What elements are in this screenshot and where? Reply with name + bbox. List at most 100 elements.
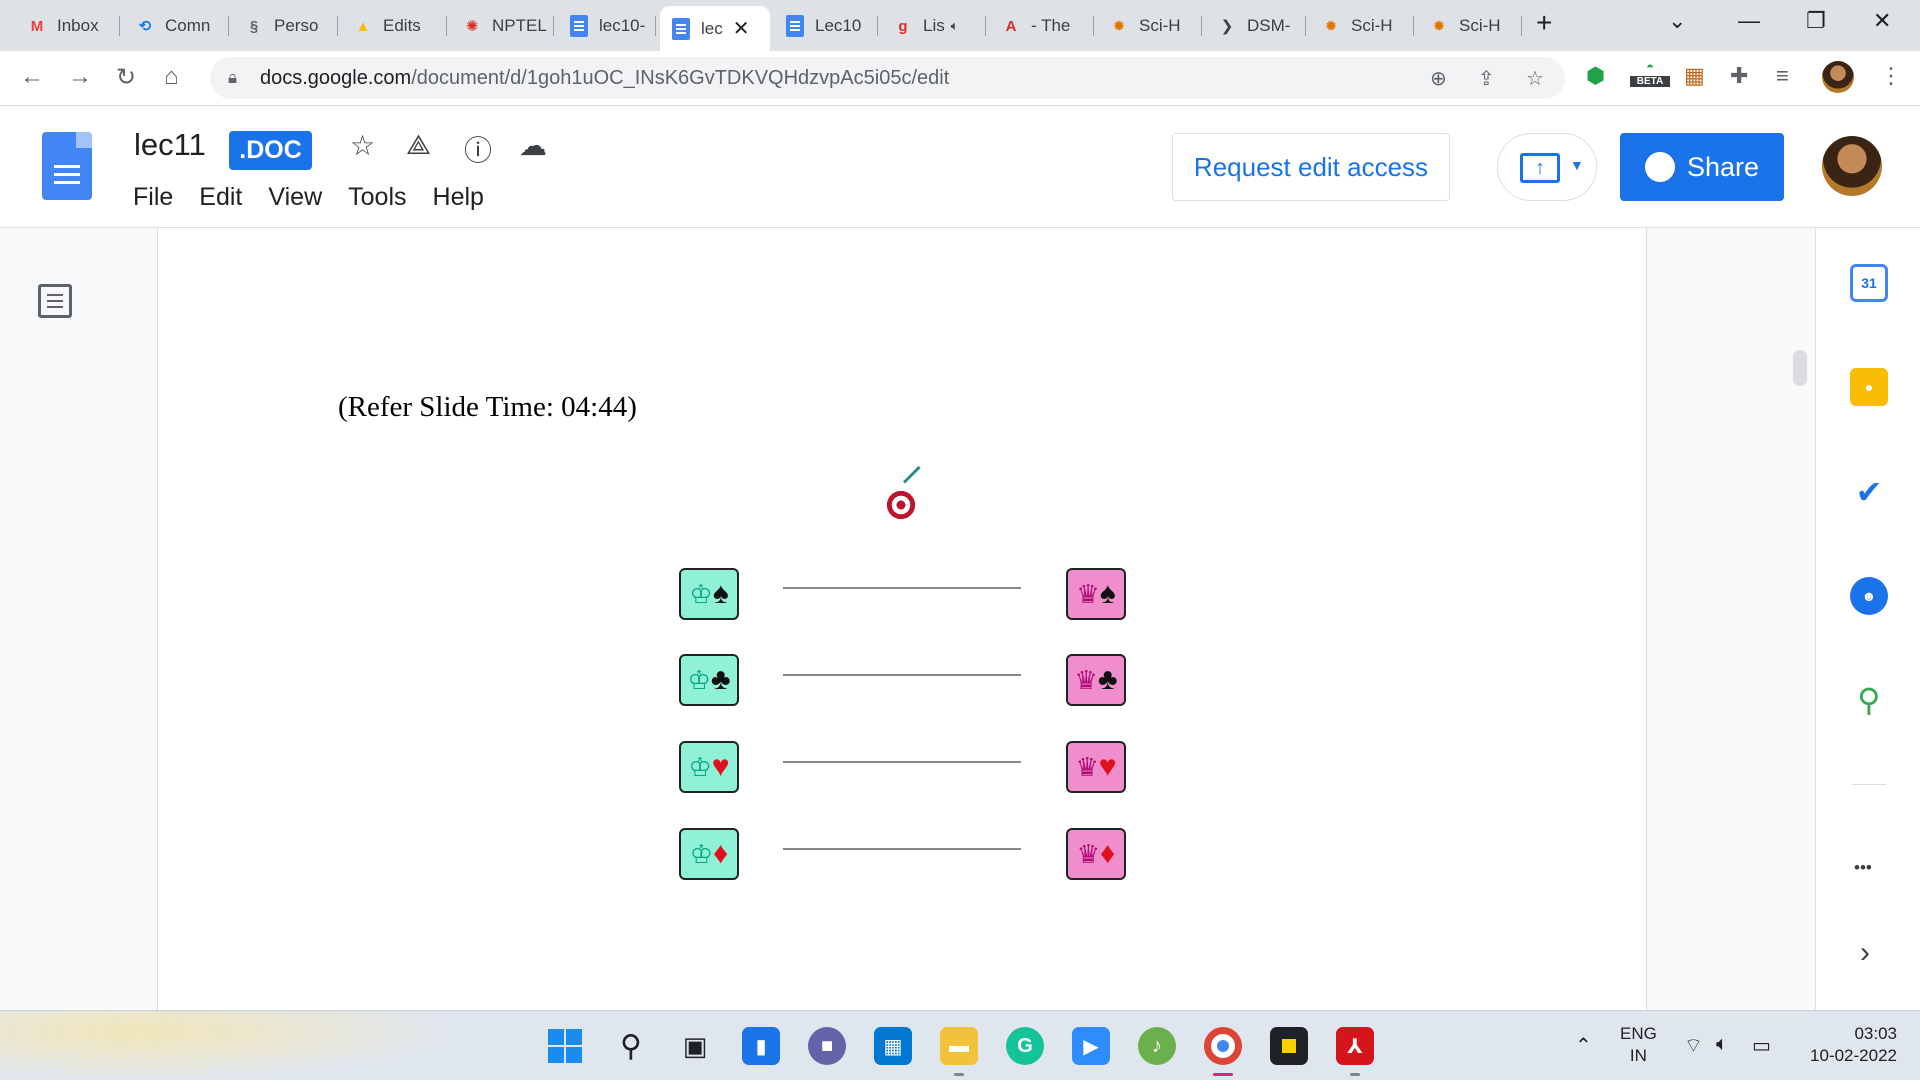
acrobat-running-indicator	[1350, 1073, 1360, 1076]
cloud-status-icon[interactable]: ☁	[519, 129, 547, 162]
evernote-icon[interactable]: ♪	[1138, 1027, 1176, 1065]
new-tab-button[interactable]: +	[1536, 7, 1552, 39]
google-drive-icon: ▲	[355, 17, 371, 35]
close-window-icon[interactable]: ✕	[1873, 8, 1891, 34]
tab-separator	[1521, 16, 1522, 36]
home-icon[interactable]: ⌂	[164, 63, 179, 91]
browser-tab[interactable]: g Lis 🔈︎	[882, 8, 986, 44]
audio-playing-icon[interactable]: 🔈︎	[951, 18, 959, 34]
tab-label: Comn	[165, 16, 211, 35]
keep-icon[interactable]: ●	[1850, 368, 1888, 406]
tab-separator	[1305, 16, 1306, 36]
restore-icon[interactable]: ❐	[1806, 8, 1826, 34]
more-apps-icon[interactable]: •••	[1854, 858, 1872, 878]
dsm-icon: ❯	[1220, 18, 1234, 35]
browser-tab[interactable]: M Inbox	[16, 8, 120, 44]
chrome-active-indicator	[1213, 1073, 1233, 1076]
browser-tab[interactable]: Lec10	[774, 8, 878, 44]
browser-tab[interactable]: ❯ DSM-	[1206, 8, 1306, 44]
minimize-icon[interactable]: —	[1738, 8, 1760, 34]
zoom-icon[interactable]: ⊕	[1430, 66, 1447, 91]
file-explorer-icon[interactable]: ▬	[940, 1027, 978, 1065]
browser-tab[interactable]: ✹ Sci-H	[1098, 8, 1202, 44]
clock[interactable]: 03:03 10-02-2022	[1797, 1023, 1897, 1067]
chat-icon[interactable]: ■	[808, 1027, 846, 1065]
account-avatar[interactable]	[1822, 136, 1882, 196]
widgets-icon[interactable]: ▮	[742, 1027, 780, 1065]
search-icon[interactable]: ⚲	[612, 1027, 650, 1065]
menu-edit[interactable]: Edit	[199, 183, 242, 212]
share-page-icon[interactable]: ⇪	[1478, 66, 1495, 91]
task-view-icon[interactable]: ▣	[676, 1027, 714, 1065]
browser-tab[interactable]: § Perso	[233, 8, 338, 44]
extension-brick-icon[interactable]: ▦	[1684, 63, 1705, 89]
king-card: ♔ ♠	[679, 568, 739, 620]
address-bar-row: ← → ↻ ⌂ 🔒︎ docs.google.com/document/d/1g…	[0, 51, 1920, 106]
wifi-icon[interactable]: ⌔	[1684, 1033, 1703, 1058]
request-edit-access-button[interactable]: Request edit access	[1172, 133, 1450, 201]
extension-beta-icon[interactable]: ◓ BETA	[1630, 59, 1670, 87]
tab-separator	[1413, 16, 1414, 36]
volume-icon[interactable]: 🔈︎	[1716, 1033, 1728, 1056]
profile-avatar[interactable]	[1822, 61, 1854, 93]
sticky-notes-icon[interactable]	[1270, 1027, 1308, 1065]
browser-tab[interactable]: ✹ Sci-H	[1310, 8, 1414, 44]
menu-file[interactable]: File	[133, 183, 173, 212]
browser-tab[interactable]: ✹ Sci-H	[1418, 8, 1522, 44]
info-icon[interactable]: ⓘ	[464, 129, 492, 169]
chrome-icon[interactable]	[1204, 1027, 1242, 1065]
url-bar[interactable]: 🔒︎ docs.google.com/document/d/1goh1uOC_I…	[210, 57, 1565, 99]
present-dropdown-icon[interactable]: ▼	[1570, 157, 1584, 173]
browser-tab[interactable]: A - The	[990, 8, 1094, 44]
browser-menu-icon[interactable]: ⋮	[1880, 63, 1902, 89]
browser-tab[interactable]: lec ✕	[660, 6, 770, 51]
battery-icon[interactable]: ▭	[1752, 1033, 1771, 1058]
grammarly-icon[interactable]: G	[1006, 1027, 1044, 1065]
bookmark-star-icon[interactable]: ☆	[1526, 66, 1544, 91]
docs-logo-icon[interactable]	[42, 132, 92, 200]
language-indicator[interactable]: ENG IN	[1620, 1023, 1657, 1067]
url-text[interactable]: docs.google.com/document/d/1goh1uOC_INsK…	[260, 67, 949, 90]
windows-start-icon[interactable]	[546, 1027, 584, 1065]
close-tab-icon[interactable]: ✕	[733, 16, 750, 41]
media-control-icon[interactable]: ≡	[1776, 63, 1789, 89]
document-outline-icon[interactable]	[38, 284, 72, 318]
side-panel-divider	[1852, 784, 1886, 785]
tasks-icon[interactable]: ✔	[1850, 473, 1888, 511]
calendar-icon[interactable]: 31	[1850, 264, 1888, 302]
document-title[interactable]: lec11	[134, 127, 206, 163]
menu-help[interactable]: Help	[433, 183, 484, 212]
lock-icon[interactable]: 🔒︎	[228, 68, 237, 88]
share-button[interactable]: Share	[1620, 133, 1784, 201]
present-button[interactable]: ↑ ▼	[1497, 133, 1597, 201]
tab-separator	[337, 16, 338, 36]
url-path: /document/d/1goh1uOC_INsK6GvTDKVQHdzvpAc…	[411, 67, 950, 89]
tab-search-icon[interactable]: ⌄	[1668, 8, 1686, 34]
menu-tools[interactable]: Tools	[348, 183, 406, 212]
menu-view[interactable]: View	[268, 183, 322, 212]
contacts-icon[interactable]: ☻	[1850, 577, 1888, 615]
store-icon[interactable]: ▦	[874, 1027, 912, 1065]
forward-icon[interactable]: →	[68, 63, 92, 91]
browser-tab[interactable]: lec10-	[558, 8, 656, 44]
zoom-app-icon[interactable]: ▶	[1072, 1027, 1110, 1065]
tab-label: Lis	[923, 16, 945, 35]
suit-icon: ♠	[1099, 577, 1116, 610]
back-icon[interactable]: ←	[20, 63, 44, 91]
scrollbar-thumb[interactable]	[1793, 350, 1807, 386]
browser-tab[interactable]: ✺ NPTEL	[451, 8, 554, 44]
expand-panel-icon[interactable]: ›	[1860, 936, 1870, 970]
reload-icon[interactable]: ↻	[116, 63, 136, 92]
browser-tab[interactable]: ▲ Edits	[342, 8, 447, 44]
docs-icon	[568, 15, 590, 37]
region-code: IN	[1629, 1046, 1647, 1065]
tray-overflow-icon[interactable]: ⌃	[1575, 1033, 1592, 1058]
star-icon[interactable]: ☆	[350, 129, 375, 162]
extension-green-icon[interactable]: ⬢	[1586, 63, 1605, 89]
move-to-drive-icon[interactable]: ⟁	[406, 129, 431, 162]
browser-tab[interactable]: ⟲ Comn	[124, 8, 229, 44]
menu-bar: File Edit View Tools Help	[133, 183, 510, 212]
extensions-puzzle-icon[interactable]: ✚	[1730, 63, 1748, 89]
acrobat-reader-icon[interactable]: ⅄	[1336, 1027, 1374, 1065]
maps-icon[interactable]: ⚲	[1850, 681, 1888, 719]
